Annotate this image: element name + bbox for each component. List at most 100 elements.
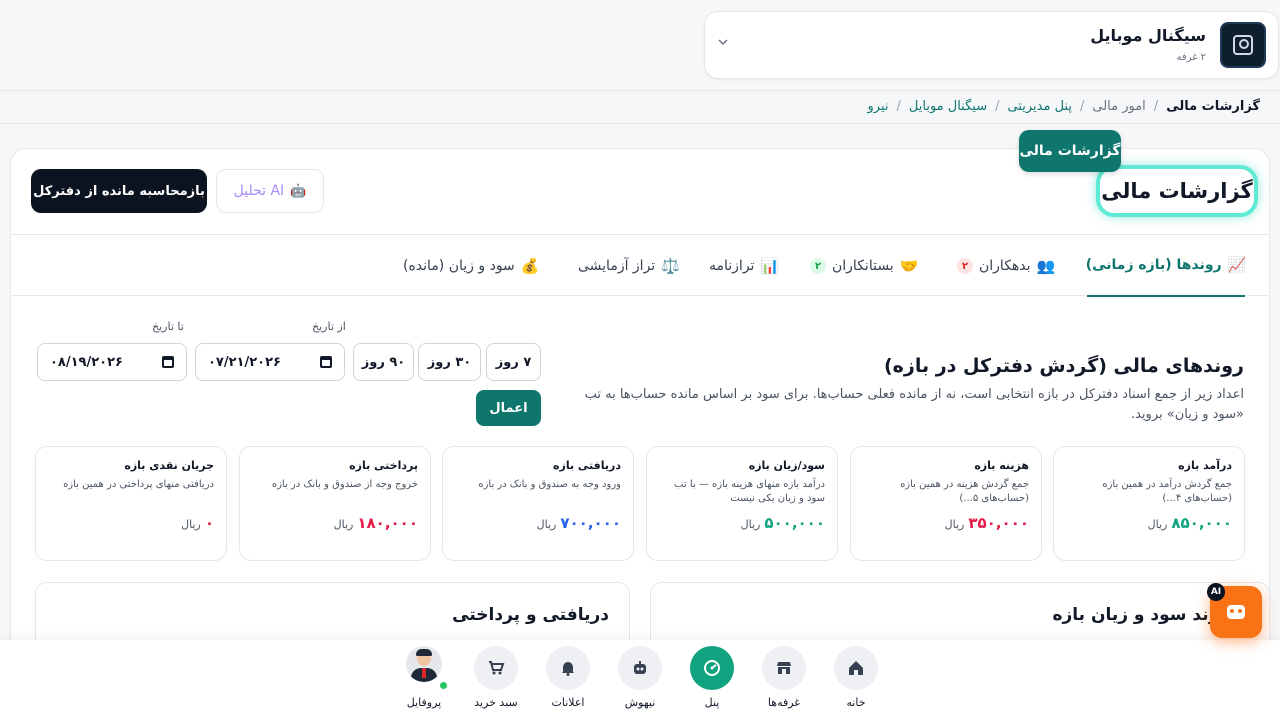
calendar-icon[interactable] [320,356,332,368]
breadcrumb-current: گزارشات مالی [1166,99,1260,114]
period-90-days-button[interactable]: ۹۰ روز [353,343,414,381]
stat-card-profit: سود/زیان بازه درآمد بازه منهای هزینه باز… [646,446,838,561]
to-date-value: ۰۸/۱۹/۲۰۲۶ [50,354,123,370]
nav-panel[interactable]: پنل [682,646,742,709]
stat-description: درآمد بازه منهای هزینه بازه — با تب سود … [674,479,825,504]
nav-ai[interactable]: نیهوش [610,646,670,709]
tab-creditors[interactable]: 🤝 بستانکاران ۲ [810,235,918,297]
nav-label: اعلانات [551,696,585,709]
robot-icon [618,646,662,690]
count-badge: ۲ [810,258,826,274]
stat-card-expense: هزینه بازه جمع گردش هزینه در همین بازه (… [850,446,1042,561]
gauge-icon [690,646,734,690]
store-rooms-count: ۲ غرفه [1176,52,1206,63]
stat-card-cashflow: جریان نقدی بازه دریافتی منهای پرداختی در… [35,446,227,561]
store-name: سیگنال موبایل [1090,26,1206,45]
period-7-days-button[interactable]: ۷ روز [486,343,541,381]
section-description: اعداد زیر از جمع اسناد دفترکل در بازه ان… [584,387,1244,422]
bell-icon [546,646,590,690]
ai-analysis-button[interactable]: 🤖 تحلیل AI [216,169,324,213]
count-badge: ۲ [957,258,973,274]
stat-unit: ریال [1147,518,1168,531]
stat-value: ۷۰۰,۰۰۰ [560,514,621,532]
breadcrumb-finance[interactable]: امور مالی [1092,99,1145,114]
people-icon: 👥 [1036,257,1056,275]
stat-title: درآمد بازه [1178,459,1232,472]
nav-booths[interactable]: غرفه‌ها [754,646,814,709]
store-icon [762,646,806,690]
to-date-input[interactable]: ۰۸/۱۹/۲۰۲۶ [37,343,187,381]
ai-badge: AI [1207,583,1225,601]
breadcrumb-admin-panel[interactable]: پنل مدیریتی [1008,99,1072,114]
report-tabs: 📈 روندها (بازه زمانی) 👥 بدهکاران ۲ 🤝 بست… [11,234,1269,297]
online-status-dot [440,682,447,689]
stat-value: ۱۸۰,۰۰۰ [357,514,418,532]
period-30-days-button[interactable]: ۳۰ روز [418,343,481,381]
tab-balance-sheet[interactable]: 📊 ترازنامه [709,235,779,297]
page-title: گزارشات مالی [1096,165,1258,217]
breadcrumb-store[interactable]: سیگنال موبایل [909,99,987,114]
stat-title: سود/زیان بازه [748,459,825,472]
money-bag-icon: 💰 [520,257,540,275]
panel-title: دریافتی و پرداختی [452,605,609,625]
robot-icon: 🤖 [290,183,307,199]
apply-button[interactable]: اعمال [476,390,541,426]
tab-debtors[interactable]: 👥 بدهکاران ۲ [957,235,1055,297]
stat-card-receipts: دریافتی بازه ورود وجه به صندوق و بانک در… [442,446,634,561]
stat-description: ورود وجه به صندوق و بانک در بازه [478,479,621,490]
scale-icon: ⚖️ [661,257,680,275]
nav-cart[interactable]: سبد خرید [466,646,526,709]
from-date-label: از تاریخ [312,320,346,333]
robot-icon [1227,605,1245,619]
stat-unit: ریال [536,518,557,531]
recalculate-balance-button[interactable]: بازمحاسبه مانده از دفترکل [31,169,207,213]
nav-label: پروفایل [406,696,442,709]
handshake-icon: 🤝 [899,257,919,275]
stat-value: ۸۵۰,۰۰۰ [1171,514,1232,532]
stat-value: ۵۰۰,۰۰۰ [764,514,825,532]
stat-unit: ریال [944,518,965,531]
to-date-label: تا تاریخ [152,320,184,333]
home-icon [834,646,878,690]
stat-value: ۳۵۰,۰۰۰ [968,514,1029,532]
nav-label: نیهوش [624,696,656,709]
title-tooltip: گزارشات مالی [1019,130,1121,172]
stat-title: هزینه بازه [974,459,1029,472]
tab-label: سود و زیان (مانده) [403,258,515,274]
tab-label: روندها (بازه زمانی) [1085,257,1222,273]
tab-label: تراز آزمایشی [578,258,656,274]
tab-trial-balance[interactable]: ⚖️ تراز آزمایشی [578,235,680,297]
tab-profit-loss[interactable]: 💰 سود و زیان (مانده) [403,235,539,297]
tab-label: بستانکاران [832,258,894,274]
store-logo [1220,22,1266,68]
bar-chart-icon: 📊 [760,257,780,275]
section-title: روندهای مالی (گردش دفترکل در بازه) [884,355,1244,377]
stat-description: خروج وجه از صندوق و بانک در بازه [271,479,418,490]
tab-label: ترازنامه [709,258,755,274]
store-selector[interactable]: سیگنال موبایل ۲ غرفه [704,11,1279,79]
nav-label: خانه [846,696,866,709]
nav-label: پنل [704,696,720,709]
avatar [406,646,442,682]
panel-title: روند سود و زیان بازه [1052,605,1229,625]
stat-card-payments: پرداختی بازه خروج وجه از صندوق و بانک در… [239,446,431,561]
from-date-value: ۰۷/۲۱/۲۰۲۶ [208,354,281,370]
nav-label: سبد خرید [474,696,518,709]
chevron-down-icon[interactable] [717,36,731,50]
chart-up-icon: 📈 [1227,256,1247,274]
nav-profile[interactable]: پروفایل [394,646,454,709]
bottom-navigation: خانه غرفه‌ها پنل نیهوش اعلانات سبد خرید [0,640,1280,720]
stat-unit: ریال [333,518,354,531]
breadcrumb: گزارشات مالی / امور مالی / پنل مدیریتی /… [0,90,1280,124]
from-date-input[interactable]: ۰۷/۲۱/۲۰۲۶ [195,343,345,381]
stat-title: دریافتی بازه [553,459,621,472]
tab-trends[interactable]: 📈 روندها (بازه زمانی) [1085,235,1247,297]
calendar-icon[interactable] [162,356,174,368]
stat-title: پرداختی بازه [349,459,418,472]
stat-title: جریان نقدی بازه [124,459,214,472]
nav-notifications[interactable]: اعلانات [538,646,598,709]
stat-description: جمع گردش هزینه در همین بازه (حساب‌های ۵.… [900,479,1029,504]
stat-description: جمع گردش درآمد در همین بازه (حساب‌های ۴.… [1102,479,1232,504]
breadcrumb-home[interactable]: نیرو [868,99,889,114]
nav-home[interactable]: خانه [826,646,886,709]
